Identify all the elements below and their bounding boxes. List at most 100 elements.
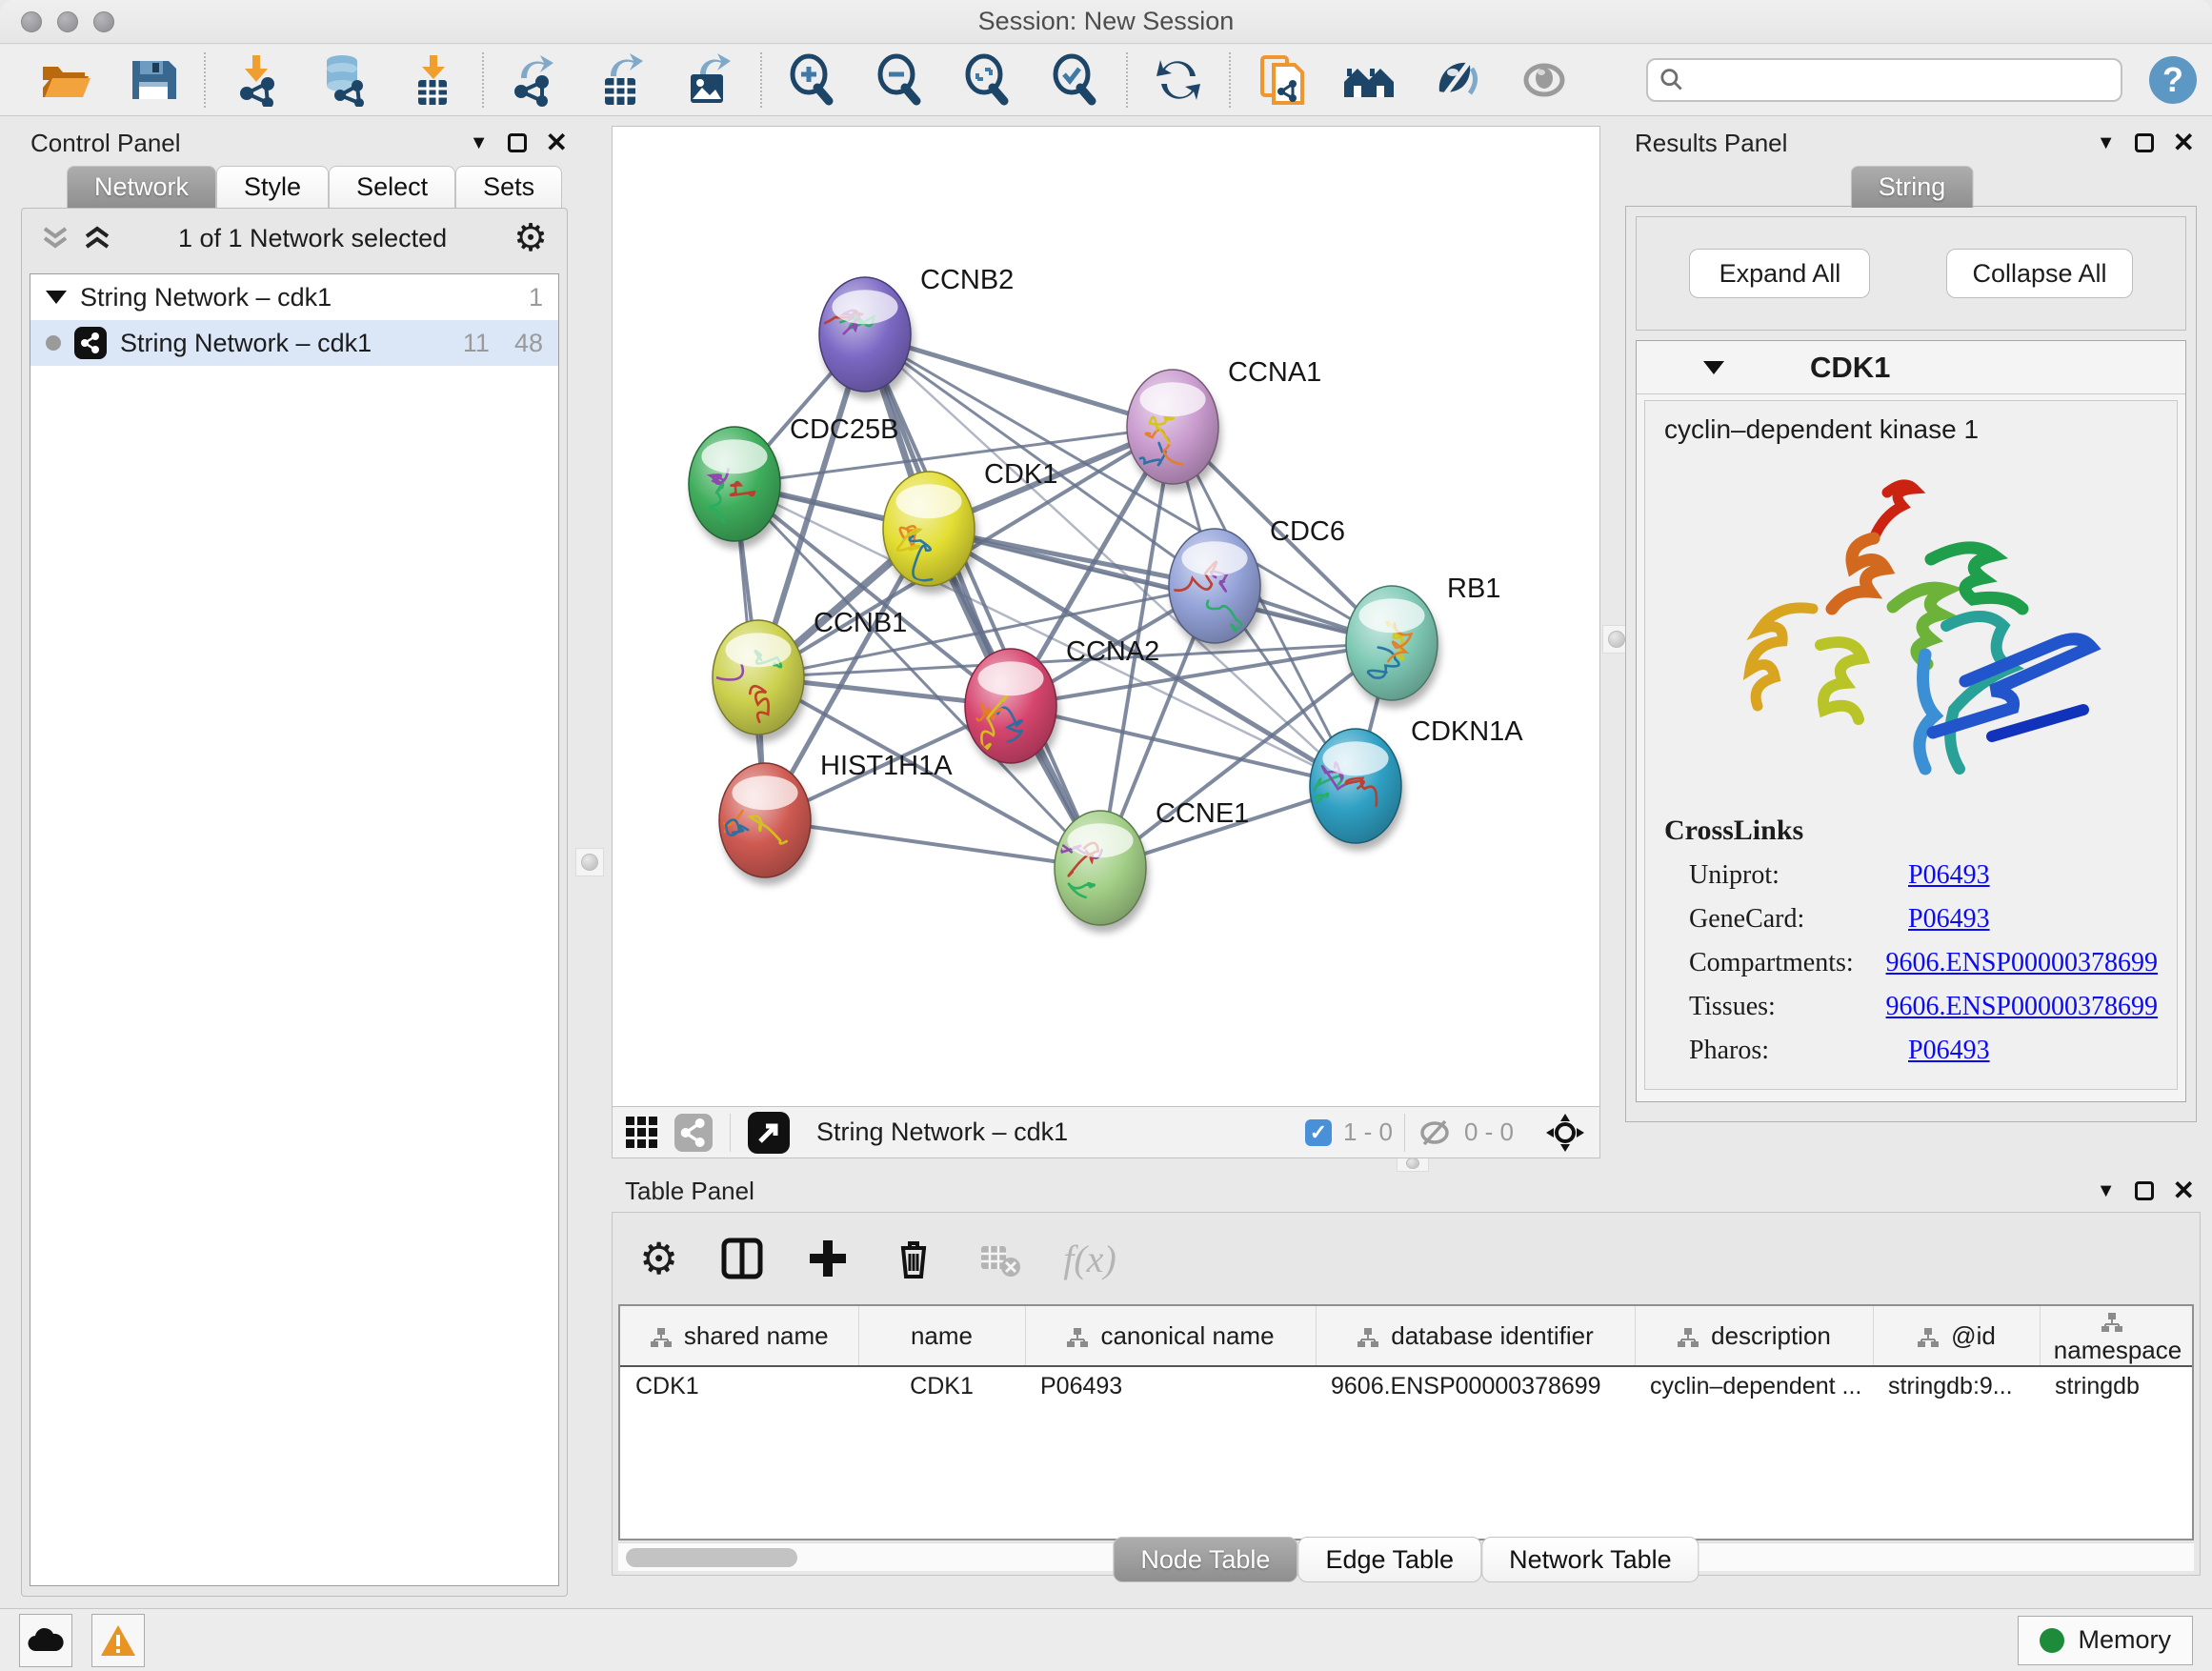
- expand-all-icon[interactable]: [83, 226, 111, 251]
- expand-all-button[interactable]: Expand All: [1689, 249, 1870, 298]
- network-node-ccna2[interactable]: CCNA2: [965, 636, 1159, 771]
- network-node-cdc6[interactable]: CDC6: [1169, 516, 1345, 651]
- import-network-database-button[interactable]: [316, 52, 372, 108]
- delete-column-icon[interactable]: [892, 1237, 935, 1280]
- zoom-fit-button[interactable]: [960, 52, 1016, 108]
- crosslink-link[interactable]: P06493: [1908, 860, 1990, 891]
- column-header[interactable]: canonical name: [1025, 1306, 1316, 1366]
- network-node-cdkn1a[interactable]: CDKN1A: [1306, 716, 1523, 851]
- table-cell[interactable]: stringdb: [2040, 1366, 2194, 1406]
- table-cell[interactable]: 9606.ENSP00000378699: [1316, 1366, 1635, 1406]
- panel-collapse-icon[interactable]: ▼: [2097, 1180, 2116, 1202]
- column-header[interactable]: name: [858, 1306, 1025, 1366]
- table-cell[interactable]: cyclin–dependent ...: [1635, 1366, 1873, 1406]
- open-in-window-button[interactable]: [748, 1112, 790, 1154]
- import-table-file-button[interactable]: [404, 52, 459, 108]
- table-cell[interactable]: CDK1: [858, 1366, 1025, 1406]
- column-header[interactable]: shared name: [620, 1306, 858, 1366]
- zoom-in-button[interactable]: [785, 52, 840, 108]
- save-session-button[interactable]: [126, 52, 181, 108]
- crosslink-link[interactable]: 9606.ENSP00000378699: [1886, 992, 2158, 1022]
- network-node-rb1[interactable]: RB1: [1346, 574, 1500, 708]
- import-network-file-button[interactable]: [229, 52, 284, 108]
- column-header[interactable]: database identifier: [1316, 1306, 1635, 1366]
- tab-style[interactable]: Style: [216, 166, 329, 208]
- warnings-button[interactable]: [91, 1614, 145, 1667]
- collapse-all-icon[interactable]: [41, 226, 70, 251]
- crosslink-link[interactable]: 9606.ENSP00000378699: [1886, 948, 2158, 978]
- zoom-selected-button[interactable]: [1048, 52, 1103, 108]
- network-row-selected[interactable]: String Network – cdk1 11 48: [30, 320, 558, 366]
- panel-close-icon[interactable]: ✕: [2173, 133, 2195, 152]
- panel-float-icon[interactable]: [2135, 1181, 2154, 1200]
- network-node-ccne1[interactable]: CCNE1: [1055, 798, 1249, 933]
- column-header[interactable]: @id: [1873, 1306, 2040, 1366]
- open-session-button[interactable]: [38, 52, 93, 108]
- duplicate-network-button[interactable]: [1254, 52, 1309, 108]
- hide-unhide-button[interactable]: [1429, 52, 1484, 108]
- tab-network-table[interactable]: Network Table: [1481, 1537, 1699, 1582]
- network-node-ccnb2[interactable]: CCNB2: [819, 265, 1014, 399]
- network-collection-row[interactable]: String Network – cdk1 1: [30, 274, 558, 320]
- tab-node-table[interactable]: Node Table: [1113, 1537, 1297, 1582]
- gear-icon[interactable]: ⚙: [513, 219, 548, 257]
- memory-button[interactable]: Memory: [2018, 1616, 2193, 1665]
- add-column-icon[interactable]: [806, 1237, 850, 1280]
- network-canvas[interactable]: CCNB2CCNA1CDC25BCDK1CDC6RB1CCNB1CCNA2CDK…: [612, 126, 1600, 1107]
- panel-collapse-icon[interactable]: ▼: [2097, 132, 2116, 154]
- column-header[interactable]: namespace: [2040, 1306, 2194, 1366]
- panel-close-icon[interactable]: ✕: [546, 133, 568, 152]
- scrollbar-thumb[interactable]: [626, 1548, 797, 1567]
- export-table-button[interactable]: [594, 52, 650, 108]
- node-table[interactable]: shared namenamecanonical namedatabase id…: [618, 1304, 2194, 1540]
- network-graph[interactable]: CCNB2CCNA1CDC25BCDK1CDC6RB1CCNB1CCNA2CDK…: [613, 127, 1599, 1106]
- collection-expander-icon[interactable]: [46, 291, 67, 304]
- network-edge[interactable]: [865, 334, 1100, 868]
- tab-select[interactable]: Select: [329, 166, 455, 208]
- show-all-button[interactable]: [1517, 52, 1572, 108]
- left-splitter-handle[interactable]: [575, 848, 604, 876]
- export-image-button[interactable]: [682, 52, 737, 108]
- apply-layout-button[interactable]: [1151, 52, 1206, 108]
- network-edge[interactable]: [765, 820, 1100, 868]
- crosshair-icon[interactable]: [1544, 1112, 1586, 1154]
- network-node-hist1h1a[interactable]: HIST1H1A: [696, 751, 953, 885]
- export-network-button[interactable]: [507, 52, 562, 108]
- table-cell[interactable]: stringdb:9...: [1873, 1366, 2040, 1406]
- crosslink-link[interactable]: P06493: [1908, 1036, 1990, 1066]
- close-window-button[interactable]: [21, 11, 42, 32]
- column-header[interactable]: description: [1635, 1306, 1873, 1366]
- network-node-cdc25b[interactable]: CDC25B: [689, 414, 898, 549]
- panel-float-icon[interactable]: [2135, 133, 2154, 152]
- node-count: 11: [463, 329, 490, 358]
- network-overview-share-icon[interactable]: [674, 1114, 713, 1152]
- minimize-window-button[interactable]: [57, 11, 78, 32]
- network-edge[interactable]: [1011, 706, 1356, 786]
- tab-string[interactable]: String: [1851, 166, 1974, 208]
- table-cell[interactable]: CDK1: [620, 1366, 858, 1406]
- panel-close-icon[interactable]: ✕: [2173, 1181, 2195, 1200]
- table-gear-icon[interactable]: ⚙: [639, 1237, 678, 1280]
- crosslink-link[interactable]: P06493: [1908, 904, 1990, 935]
- string-home-button[interactable]: [1341, 52, 1397, 108]
- help-button[interactable]: ?: [2149, 56, 2197, 104]
- tab-edge-table[interactable]: Edge Table: [1297, 1537, 1481, 1582]
- selected-nodes-checkbox[interactable]: ✓: [1305, 1119, 1332, 1146]
- tab-sets[interactable]: Sets: [455, 166, 562, 208]
- network-node-ccnb1[interactable]: CCNB1: [690, 608, 907, 742]
- birdseye-view-icon[interactable]: [626, 1117, 657, 1148]
- search-input[interactable]: [1684, 67, 2109, 93]
- network-node-ccna1[interactable]: CCNA1: [1124, 357, 1321, 492]
- zoom-window-button[interactable]: [93, 11, 114, 32]
- collapse-all-button[interactable]: Collapse All: [1946, 249, 2132, 298]
- cloud-services-button[interactable]: [19, 1614, 72, 1667]
- panel-collapse-icon[interactable]: ▼: [470, 132, 489, 154]
- zoom-out-button[interactable]: [873, 52, 928, 108]
- table-row[interactable]: CDK1CDK1P064939606.ENSP00000378699cyclin…: [620, 1366, 2194, 1406]
- tab-network[interactable]: Network: [67, 166, 216, 208]
- gene-expander-icon[interactable]: [1703, 361, 1724, 374]
- table-cell[interactable]: P06493: [1025, 1366, 1316, 1406]
- search-box[interactable]: [1646, 58, 2122, 102]
- split-columns-icon[interactable]: [720, 1237, 764, 1280]
- panel-float-icon[interactable]: [508, 133, 527, 152]
